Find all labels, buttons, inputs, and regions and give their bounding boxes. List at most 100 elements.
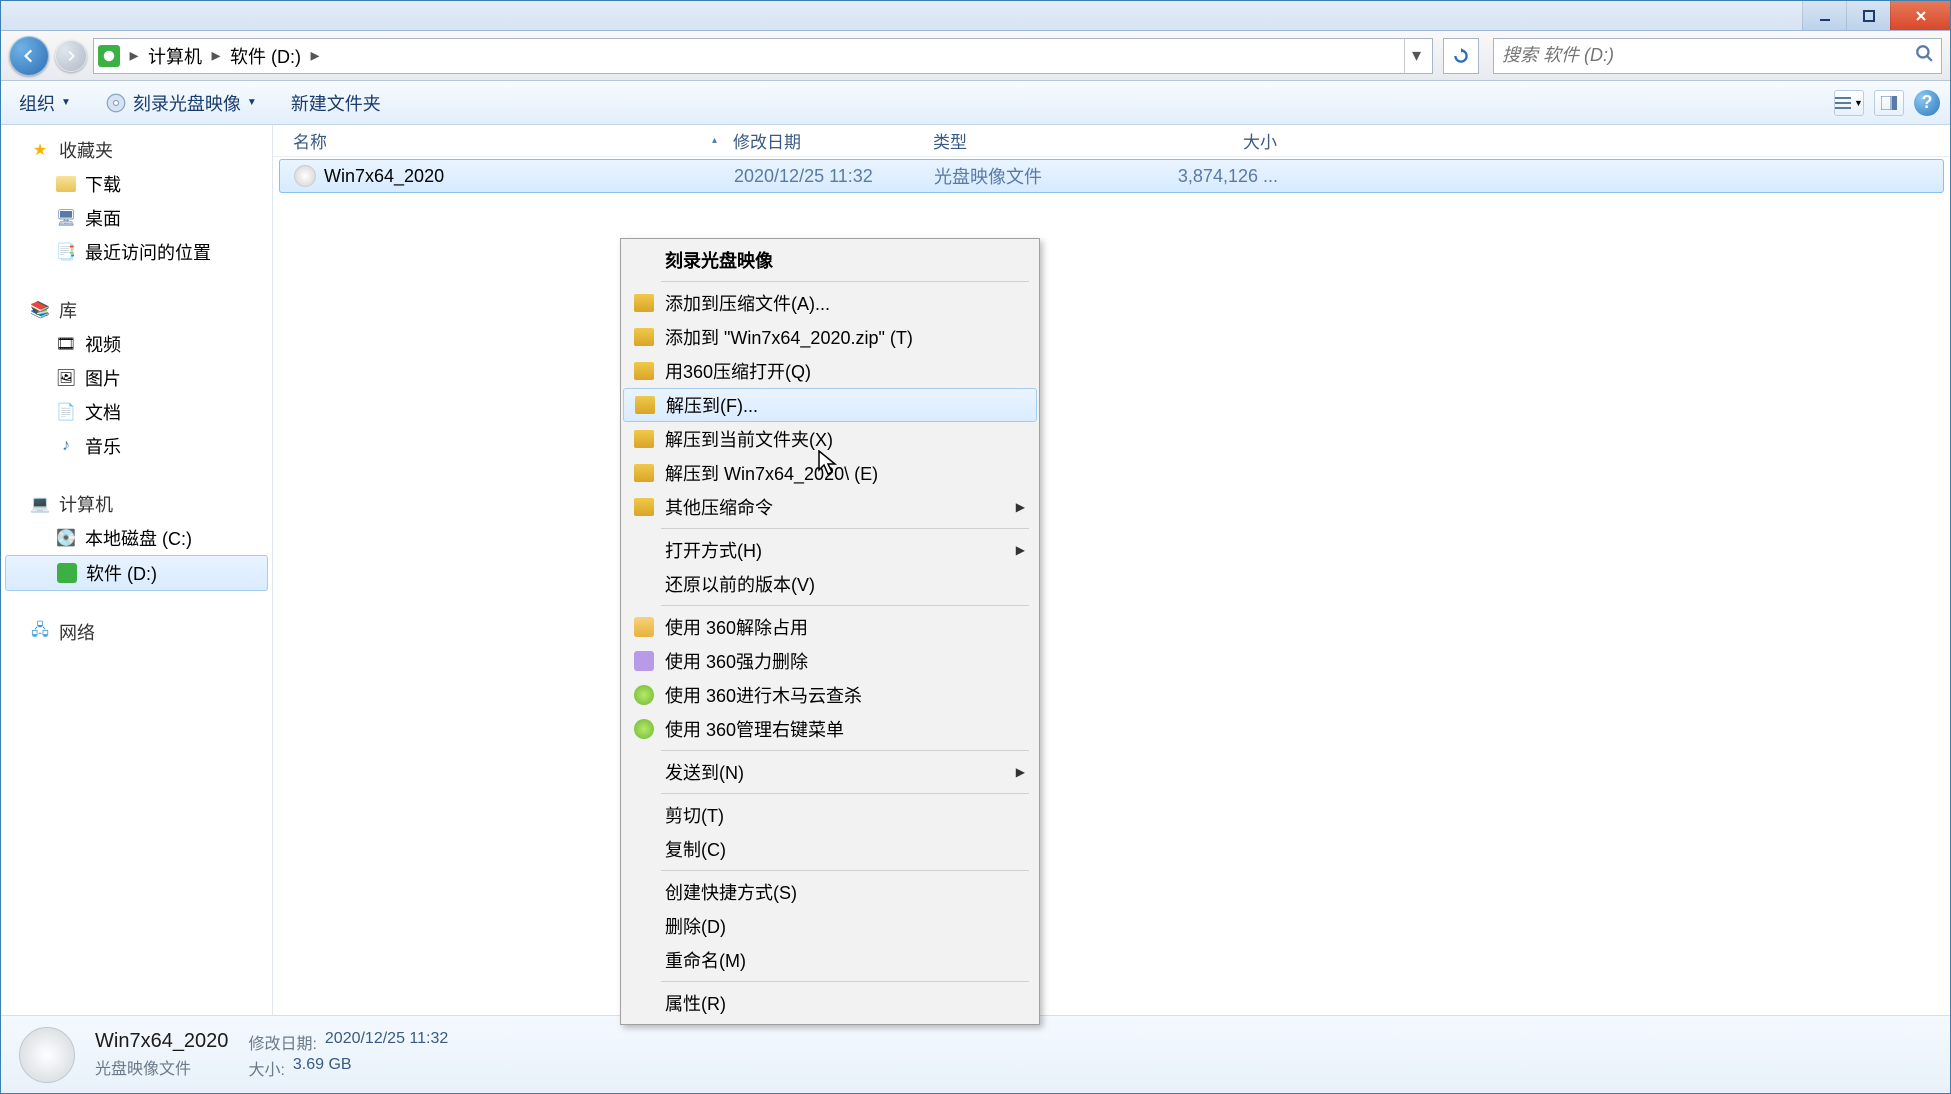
cm-label: 解压到(F)...	[666, 392, 758, 418]
sidebar-computer[interactable]: 💻计算机	[1, 487, 272, 521]
cm-other-compress[interactable]: 其他压缩命令▶	[623, 490, 1037, 524]
nav-back-button[interactable]	[9, 36, 49, 76]
sidebar-videos[interactable]: 🎞视频	[1, 327, 272, 361]
cm-restore-previous[interactable]: 还原以前的版本(V)	[623, 567, 1037, 601]
details-filetype: 光盘映像文件	[95, 1055, 228, 1079]
sidebar-favorites-label: 收藏夹	[59, 137, 113, 163]
breadcrumb-computer[interactable]: 计算机	[142, 39, 208, 73]
column-type[interactable]: 类型	[925, 128, 1125, 153]
window-maximize-button[interactable]	[1846, 1, 1890, 30]
cm-create-shortcut[interactable]: 创建快捷方式(S)	[623, 875, 1037, 909]
separator	[661, 870, 1029, 871]
breadcrumb-drive[interactable]: 软件 (D:)	[224, 39, 307, 73]
cm-360-scan[interactable]: 使用 360进行木马云查杀	[623, 678, 1037, 712]
help-button[interactable]: ?	[1914, 90, 1940, 116]
recent-icon: 📑	[55, 241, 77, 263]
picture-icon: 🖼	[55, 367, 77, 389]
archive-icon	[633, 462, 655, 484]
sidebar-drive-d[interactable]: 软件 (D:)	[5, 555, 268, 591]
cm-open-with[interactable]: 打开方式(H)▶	[623, 533, 1037, 567]
cm-360-unlock[interactable]: 使用 360解除占用	[623, 610, 1037, 644]
file-list[interactable]: Win7x64_2020 2020/12/25 11:32 光盘映像文件 3,8…	[273, 157, 1950, 1015]
chevron-right-icon[interactable]: ▸	[126, 45, 142, 66]
cm-burn-disc-image[interactable]: 刻录光盘映像	[623, 243, 1037, 277]
file-thumbnail-icon	[19, 1027, 75, 1083]
address-bar[interactable]: ▸ 计算机 ▸ 软件 (D:) ▸ ▾	[93, 38, 1433, 74]
sidebar-libraries[interactable]: 📚库	[1, 293, 272, 327]
disc-icon	[105, 92, 127, 114]
details-size-value: 3.69 GB	[293, 1056, 352, 1080]
sidebar-favorites[interactable]: ★收藏夹	[1, 133, 272, 167]
cm-label: 重命名(M)	[665, 947, 746, 973]
sidebar-item-label: 音乐	[85, 433, 121, 459]
search-input[interactable]	[1502, 45, 1933, 66]
sidebar-item-label: 文档	[85, 399, 121, 425]
sidebar-pictures[interactable]: 🖼 图片	[1, 361, 272, 395]
chevron-right-icon[interactable]: ▸	[208, 45, 224, 66]
cm-properties[interactable]: 属性(R)	[623, 986, 1037, 1020]
address-dropdown[interactable]: ▾	[1404, 39, 1428, 73]
new-folder-label: 新建文件夹	[291, 90, 381, 116]
context-menu[interactable]: 刻录光盘映像 添加到压缩文件(A)... 添加到 "Win7x64_2020.z…	[620, 238, 1040, 1025]
cm-extract-to[interactable]: 解压到(F)...	[623, 388, 1037, 422]
archive-icon	[633, 360, 655, 382]
cm-label: 添加到 "Win7x64_2020.zip" (T)	[665, 324, 913, 350]
cm-label: 解压到当前文件夹(X)	[665, 426, 833, 452]
sidebar-item-label: 图片	[85, 365, 121, 391]
burn-disc-image-button[interactable]: 刻录光盘映像▼	[97, 86, 265, 120]
360-icon	[633, 616, 655, 638]
search-box[interactable]	[1493, 38, 1942, 74]
separator	[661, 281, 1029, 282]
sidebar-music[interactable]: ♪音乐	[1, 429, 272, 463]
sidebar-documents[interactable]: 📄文档	[1, 395, 272, 429]
cm-cut[interactable]: 剪切(T)	[623, 798, 1037, 832]
refresh-button[interactable]	[1443, 38, 1479, 74]
cm-open-with-360zip[interactable]: 用360压缩打开(Q)	[623, 354, 1037, 388]
file-size: 3,874,126 ...	[1126, 166, 1286, 187]
network-icon: 🖧	[29, 621, 51, 643]
sidebar-drive-c[interactable]: 💽本地磁盘 (C:)	[1, 521, 272, 555]
separator	[661, 605, 1029, 606]
chevron-right-icon[interactable]: ▸	[307, 45, 323, 66]
archive-icon	[633, 496, 655, 518]
organize-button[interactable]: 组织▼	[11, 86, 79, 120]
cm-send-to[interactable]: 发送到(N)▶	[623, 755, 1037, 789]
cm-label: 属性(R)	[665, 990, 726, 1016]
column-date[interactable]: 修改日期	[725, 128, 925, 153]
file-row[interactable]: Win7x64_2020 2020/12/25 11:32 光盘映像文件 3,8…	[279, 159, 1944, 193]
details-date-value: 2020/12/25 11:32	[325, 1030, 448, 1054]
desktop-icon: 🖥	[55, 207, 77, 229]
sidebar-item-label: 软件 (D:)	[86, 560, 157, 586]
cm-extract-to-folder[interactable]: 解压到 Win7x64_2020\ (E)	[623, 456, 1037, 490]
column-size[interactable]: 大小	[1125, 128, 1285, 153]
cm-copy[interactable]: 复制(C)	[623, 832, 1037, 866]
cm-360-manage-menu[interactable]: 使用 360管理右键菜单	[623, 712, 1037, 746]
cm-rename[interactable]: 重命名(M)	[623, 943, 1037, 977]
cm-extract-here[interactable]: 解压到当前文件夹(X)	[623, 422, 1037, 456]
cm-label: 解压到 Win7x64_2020\ (E)	[665, 460, 878, 486]
cm-360-force-delete[interactable]: 使用 360强力删除	[623, 644, 1037, 678]
details-size-label: 大小:	[248, 1056, 284, 1080]
details-filename: Win7x64_2020	[95, 1030, 228, 1053]
new-folder-button[interactable]: 新建文件夹	[283, 86, 389, 120]
cm-add-to-zip[interactable]: 添加到 "Win7x64_2020.zip" (T)	[623, 320, 1037, 354]
window-minimize-button[interactable]	[1802, 1, 1846, 30]
separator	[661, 528, 1029, 529]
library-icon: 📚	[29, 299, 51, 321]
view-options-button[interactable]: ▼	[1834, 90, 1864, 116]
sidebar-network[interactable]: 🖧网络	[1, 615, 272, 649]
separator	[661, 793, 1029, 794]
cm-delete[interactable]: 删除(D)	[623, 909, 1037, 943]
location-icon	[98, 45, 120, 67]
details-pane: Win7x64_2020 光盘映像文件 修改日期:2020/12/25 11:3…	[1, 1015, 1950, 1093]
navigation-pane[interactable]: ★收藏夹 下载 🖥桌面 📑最近访问的位置 📚库 🎞视频 🖼图片 📄文档 ♪音乐 …	[1, 125, 273, 1015]
column-headers[interactable]: 名称▴ 修改日期 类型 大小	[273, 125, 1950, 157]
preview-pane-button[interactable]	[1874, 90, 1904, 116]
cm-add-to-archive[interactable]: 添加到压缩文件(A)...	[623, 286, 1037, 320]
sidebar-desktop[interactable]: 🖥桌面	[1, 201, 272, 235]
sidebar-downloads[interactable]: 下载	[1, 167, 272, 201]
nav-forward-button[interactable]	[55, 40, 87, 72]
window-close-button[interactable]	[1890, 1, 1950, 30]
column-name[interactable]: 名称▴	[285, 128, 725, 153]
sidebar-recent[interactable]: 📑最近访问的位置	[1, 235, 272, 269]
